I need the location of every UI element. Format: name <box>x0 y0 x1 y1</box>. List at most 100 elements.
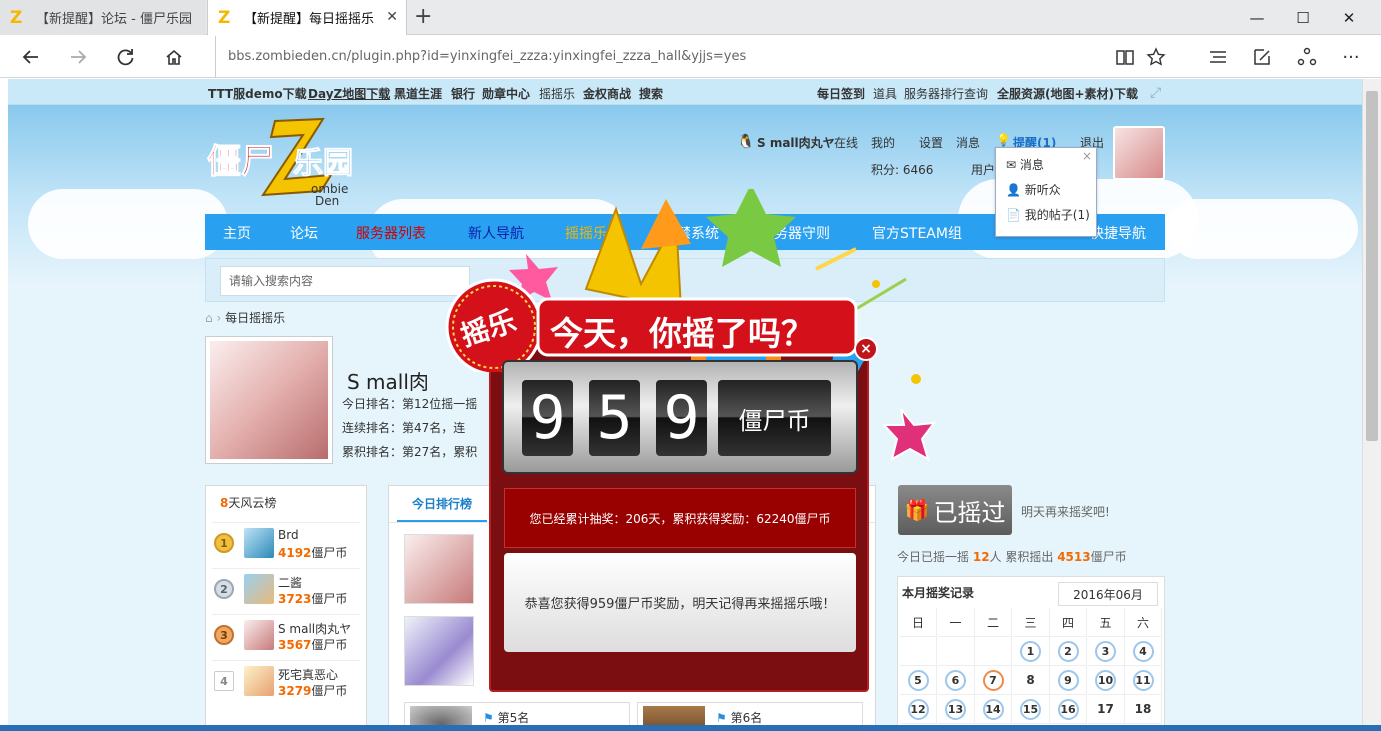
link-bank[interactable]: 银行 <box>451 85 475 102</box>
web-note-icon[interactable] <box>1249 44 1275 70</box>
new-tab-button[interactable]: + <box>414 4 432 29</box>
link-gold-war[interactable]: 金权商战 <box>583 85 631 102</box>
hub-menu-icon[interactable] <box>1205 44 1231 70</box>
nav-ban-system[interactable]: 封禁系统 <box>663 223 719 243</box>
calendar-day[interactable]: 15 <box>1012 695 1050 724</box>
avatar[interactable] <box>404 616 474 686</box>
leaderboard-row[interactable]: 3 S mall肉丸ヤ 3567僵尸币 <box>212 614 360 659</box>
fullscreen-icon[interactable]: ⤢ <box>1150 85 1161 101</box>
calendar-day[interactable]: 3 <box>1087 637 1125 666</box>
link-server-ranking[interactable]: 服务器排行查询 <box>904 85 988 102</box>
refresh-button[interactable] <box>111 43 141 71</box>
home-button[interactable] <box>159 43 189 71</box>
browser-tab-forum[interactable]: Z 【新提醒】论坛 - 僵尸乐园 <box>0 0 206 35</box>
nav-shake[interactable]: 摇摇乐 <box>565 223 607 243</box>
close-window-button[interactable]: ✕ <box>1326 0 1372 35</box>
back-button[interactable] <box>16 43 46 71</box>
close-notice-icon[interactable]: × <box>1082 149 1092 163</box>
notice-item-new-followers[interactable]: 👤 新听众 <box>1006 181 1061 198</box>
leaderboard-name[interactable]: 死宅真恶心 <box>278 666 338 683</box>
forward-button[interactable] <box>63 43 93 71</box>
avatar[interactable] <box>244 528 274 558</box>
notice-item-my-posts[interactable]: 📄 我的帖子(1) <box>1006 206 1090 223</box>
leaderboard-name[interactable]: Brd <box>278 528 299 542</box>
rank-card-5[interactable]: ⚑ 第5名 <box>404 702 630 725</box>
avatar[interactable] <box>244 620 274 650</box>
lightbulb-icon: 💡 <box>996 133 1011 147</box>
person-icon: 👤 <box>1006 183 1021 197</box>
calendar-day[interactable]: 9 <box>1050 666 1087 695</box>
link-search[interactable]: 搜索 <box>639 85 663 102</box>
tab-today-ranking[interactable]: 今日排行榜 <box>397 486 487 522</box>
leaderboard-name[interactable]: 二酱 <box>278 574 302 591</box>
username[interactable]: S mall肉丸ヤ <box>757 134 835 151</box>
link-shake[interactable]: 摇摇乐 <box>539 85 575 102</box>
reading-view-icon[interactable] <box>1112 44 1138 70</box>
home-icon <box>166 49 182 65</box>
calendar-day[interactable]: 12 <box>900 695 937 724</box>
calendar-day[interactable]: 18 <box>1125 695 1162 724</box>
calendar-month[interactable]: 2016年06月 <box>1058 582 1158 606</box>
calendar-weekday: 六 <box>1125 608 1162 637</box>
calendar-day[interactable]: 6 <box>937 666 975 695</box>
calendar-day[interactable]: 10 <box>1087 666 1125 695</box>
url-field[interactable]: bbs.zombieden.cn/plugin.php?id=yinxingfe… <box>215 36 746 78</box>
nav-home[interactable]: 主页 <box>223 223 251 243</box>
avatar[interactable] <box>244 574 274 604</box>
leaderboard-row[interactable]: 4 死宅真恶心 3279僵尸币 <box>212 660 360 705</box>
home-breadcrumb-icon[interactable]: ⌂ <box>205 311 213 325</box>
online-status[interactable]: 在线 <box>834 134 858 151</box>
calendar-day[interactable]: 14 <box>975 695 1012 724</box>
nav-newbie-guide[interactable]: 新人导航 <box>468 223 524 243</box>
nav-quick-nav[interactable]: 快捷导航 <box>1090 223 1146 243</box>
settings-link[interactable]: 设置 <box>919 134 943 151</box>
user-group[interactable]: 用户 <box>971 161 995 178</box>
close-popup-button[interactable]: × <box>854 337 878 361</box>
my-menu[interactable]: 我的 <box>871 134 895 151</box>
calendar-day[interactable]: 13 <box>937 695 975 724</box>
leaderboard-name[interactable]: S mall肉丸ヤ <box>278 620 351 637</box>
calendar-day[interactable]: 2 <box>1050 637 1087 666</box>
calendar-day[interactable]: 8 <box>1012 666 1050 695</box>
rank-card-6[interactable]: ⚑ 第6名 <box>637 702 863 725</box>
link-medal-center[interactable]: 勋章中心 <box>482 85 530 102</box>
share-icon[interactable] <box>1294 44 1320 70</box>
points-display[interactable]: 积分: 6466 <box>871 161 933 178</box>
link-items[interactable]: 道具 <box>873 85 897 102</box>
leaderboard-row[interactable]: 1 Brd 4192僵尸币 <box>212 522 360 567</box>
nav-server-list[interactable]: 服务器列表 <box>356 223 426 243</box>
minimize-button[interactable]: — <box>1234 0 1280 35</box>
leaderboard-row[interactable]: 2 二酱 3723僵尸币 <box>212 568 360 613</box>
bronze-medal-icon: 3 <box>214 625 234 645</box>
avatar[interactable] <box>244 666 274 696</box>
browser-tab-shake[interactable]: Z 【新提醒】每日摇摇乐 ✕ <box>207 0 407 35</box>
calendar-day[interactable]: 4 <box>1125 637 1162 666</box>
maximize-button[interactable]: ☐ <box>1280 0 1326 35</box>
page-scrollbar[interactable] <box>1362 79 1381 725</box>
search-input[interactable]: 请输入搜索内容 <box>220 266 470 296</box>
link-dayz-map[interactable]: DayZ地图下载 <box>308 85 390 102</box>
nav-forum[interactable]: 论坛 <box>290 223 318 243</box>
link-all-resources[interactable]: 全服资源(地图+素材)下载 <box>997 85 1138 102</box>
notice-item-messages[interactable]: ✉ 消息 <box>1006 156 1044 173</box>
already-shaken-button[interactable]: 🎁 已摇过 <box>898 485 1012 535</box>
more-options-icon[interactable]: ··· <box>1338 44 1364 70</box>
user-avatar[interactable] <box>1113 126 1165 180</box>
link-gang-career[interactable]: 黑道生涯 <box>394 85 442 102</box>
calendar-day[interactable]: 11 <box>1125 666 1162 695</box>
calendar-day[interactable]: 17 <box>1087 695 1125 724</box>
scrollbar-thumb[interactable] <box>1366 91 1378 441</box>
calendar-day[interactable]: 1 <box>1012 637 1050 666</box>
avatar[interactable] <box>404 534 474 604</box>
nav-steam-group[interactable]: 官方STEAM组 <box>872 223 962 243</box>
nav-server-rules[interactable]: 服务器守则 <box>760 223 830 243</box>
close-tab-icon[interactable]: ✕ <box>386 9 398 25</box>
link-daily-checkin[interactable]: 每日签到 <box>817 85 865 102</box>
calendar-day[interactable]: 16 <box>1050 695 1087 724</box>
calendar-day[interactable]: 7 <box>975 666 1012 695</box>
favorite-star-icon[interactable] <box>1143 44 1169 70</box>
zombieden-logo[interactable]: 僵尸 乐园 ombie Den <box>205 117 365 207</box>
calendar-day[interactable]: 5 <box>900 666 937 695</box>
link-ttt-demo[interactable]: TTT服demo下载 <box>208 85 307 102</box>
messages-link[interactable]: 消息 <box>956 134 980 151</box>
